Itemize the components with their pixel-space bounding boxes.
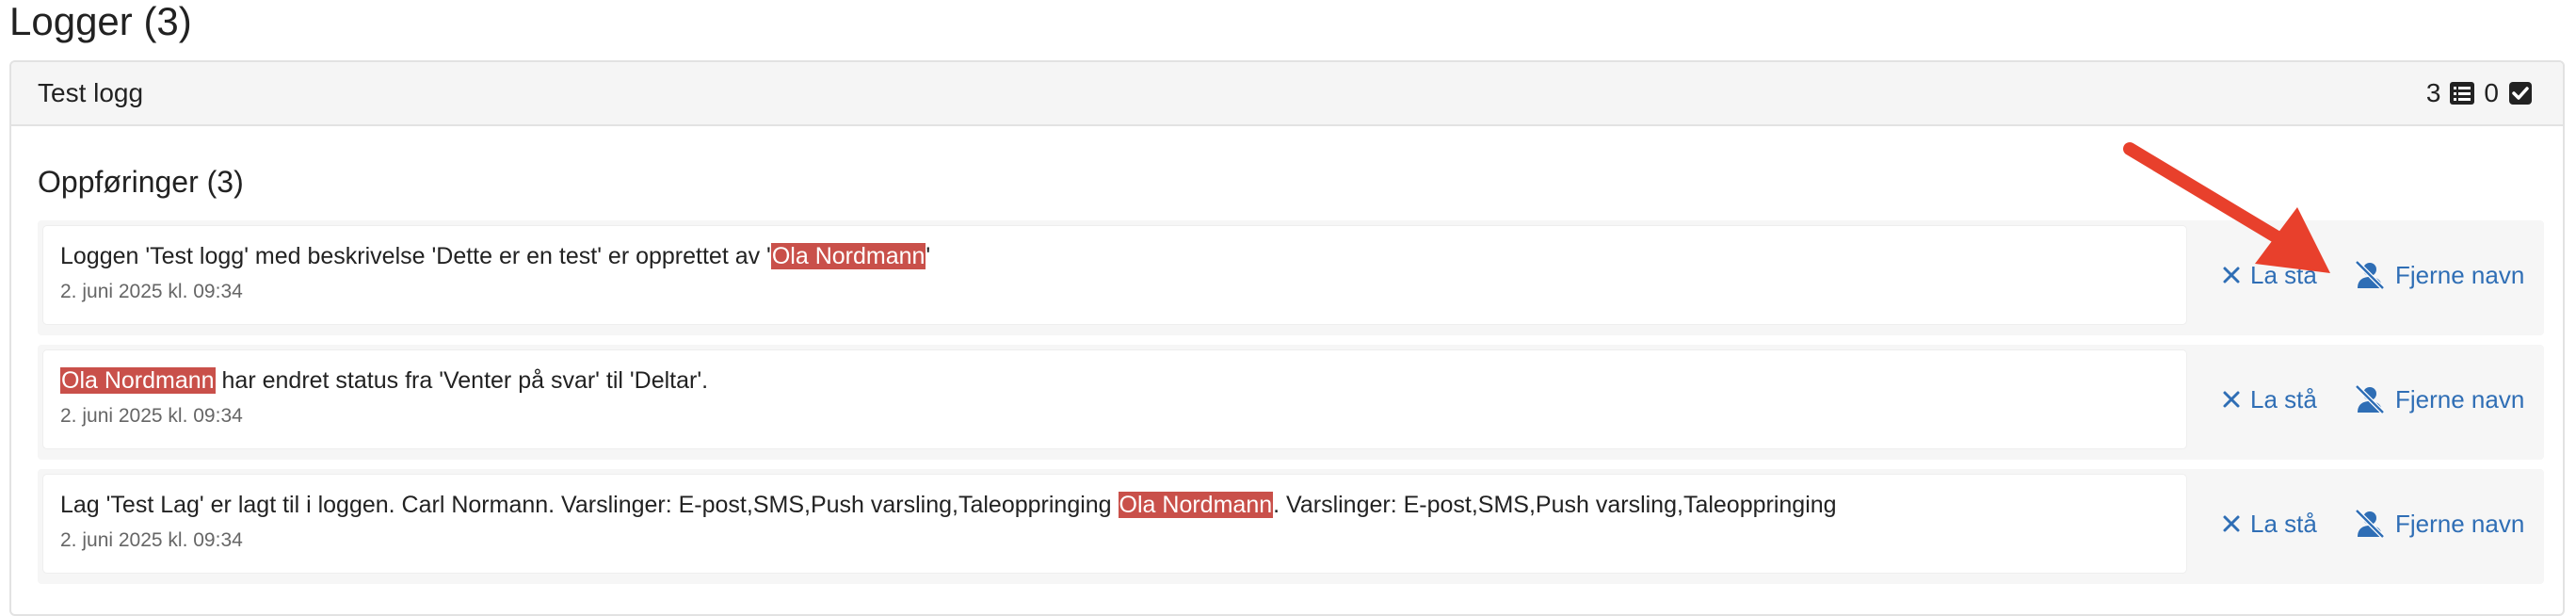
- remove-name-label: Fjerne navn: [2395, 510, 2525, 538]
- entry-date: 2. juni 2025 kl. 09:34: [60, 405, 243, 427]
- leave-label: La stå: [2250, 510, 2317, 538]
- log-entry: Ola Nordmann har endret status fra 'Vent…: [38, 345, 2544, 460]
- highlighted-name: Ola Nordmann: [60, 367, 216, 394]
- entry-content: Lag 'Test Lag' er lagt til i loggen. Car…: [43, 475, 2186, 573]
- log-entry: Lag 'Test Lag' er lagt til i loggen. Car…: [38, 469, 2544, 584]
- entry-content: Ola Nordmann har endret status fra 'Vent…: [43, 350, 2186, 448]
- entry-message-text: . Varslinger: E-post,SMS,Push varsling,T…: [1273, 492, 1837, 518]
- entry-message: Ola Nordmann har endret status fra 'Vent…: [60, 365, 708, 396]
- close-icon: [2223, 515, 2240, 532]
- highlighted-name: Ola Nordmann: [770, 243, 926, 269]
- entry-message: Lag 'Test Lag' er lagt til i loggen. Car…: [60, 490, 1837, 520]
- entry-message-text: har endret status fra 'Venter på svar' t…: [215, 367, 709, 394]
- checked-count: 0: [2484, 78, 2499, 107]
- remove-name-label: Fjerne navn: [2395, 261, 2525, 289]
- log-stats: 3 0: [2426, 77, 2535, 109]
- leave-label: La stå: [2250, 261, 2317, 289]
- log-title[interactable]: Test logg: [38, 77, 143, 109]
- remove-name-button[interactable]: Fjerne navn: [2354, 384, 2524, 414]
- close-icon: [2223, 391, 2240, 408]
- entry-date: 2. juni 2025 kl. 09:34: [60, 281, 243, 302]
- entry-count: 3: [2425, 78, 2441, 107]
- entries-section-title: Oppføringer (3): [38, 165, 244, 199]
- entry-date: 2. juni 2025 kl. 09:34: [60, 529, 243, 551]
- page-title: Logger (3): [9, 0, 192, 43]
- entry-message-text: Lag 'Test Lag' er lagt til i loggen. Car…: [60, 492, 1119, 518]
- log-card-header: Test logg 3 0: [11, 62, 2563, 126]
- entry-message-text: Loggen 'Test logg' med beskrivelse 'Dett…: [60, 243, 771, 269]
- log-entry: Loggen 'Test logg' med beskrivelse 'Dett…: [38, 220, 2544, 335]
- user-slash-icon: [2355, 260, 2385, 290]
- list-icon: [2450, 82, 2475, 105]
- entry-message: Loggen 'Test logg' med beskrivelse 'Dett…: [60, 241, 930, 271]
- leave-button[interactable]: La stå: [2222, 509, 2317, 539]
- entry-content: Loggen 'Test logg' med beskrivelse 'Dett…: [43, 226, 2186, 324]
- close-icon: [2223, 267, 2240, 284]
- entry-message-text: ': [926, 243, 931, 269]
- check-square-icon: [2509, 82, 2532, 105]
- leave-button[interactable]: La stå: [2222, 260, 2317, 290]
- remove-name-label: Fjerne navn: [2395, 385, 2525, 413]
- user-slash-icon: [2355, 509, 2385, 539]
- remove-name-button[interactable]: Fjerne navn: [2354, 509, 2524, 539]
- highlighted-name: Ola Nordmann: [1118, 492, 1274, 518]
- user-slash-icon: [2355, 384, 2385, 414]
- leave-label: La stå: [2250, 385, 2317, 413]
- leave-button[interactable]: La stå: [2222, 384, 2317, 414]
- remove-name-button[interactable]: Fjerne navn: [2354, 260, 2524, 290]
- log-card: Test logg 3 0 Oppføringer (3) Loggen 'Te…: [9, 60, 2565, 616]
